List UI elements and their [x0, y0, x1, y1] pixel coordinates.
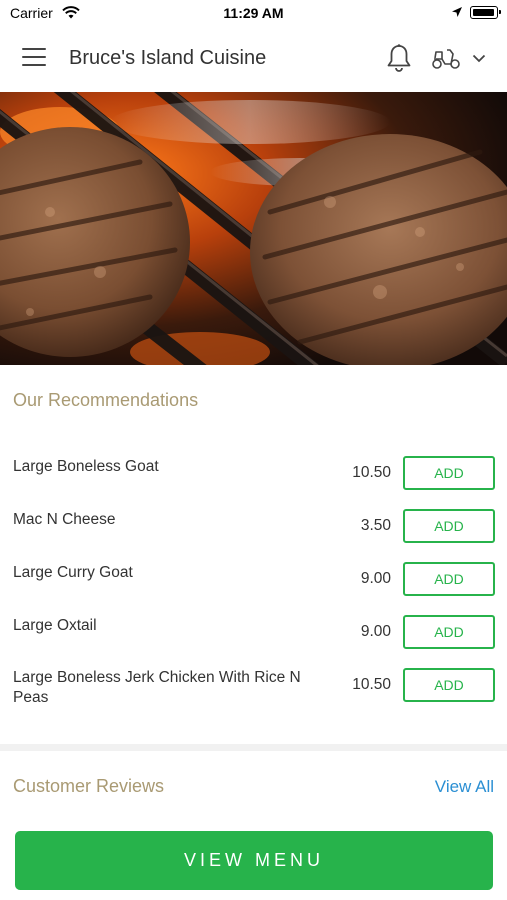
- view-menu-button[interactable]: VIEW MENU: [15, 831, 493, 890]
- item-price: 9.00: [360, 623, 391, 640]
- item-name: Large Boneless Jerk Chicken With Rice N …: [13, 669, 301, 706]
- add-button[interactable]: ADD: [403, 456, 495, 490]
- add-button[interactable]: ADD: [403, 562, 495, 596]
- reviews-heading: Customer Reviews: [13, 776, 165, 796]
- item-price: 9.00: [360, 570, 391, 587]
- app-header: Bruce's Island Cuisine: [0, 26, 507, 92]
- section-divider: [0, 744, 507, 751]
- view-all-link[interactable]: View All: [435, 777, 494, 797]
- recommendations-heading: Our Recommendations: [13, 390, 199, 410]
- chevron-down-icon[interactable]: [472, 54, 486, 63]
- item-name: Large Boneless Goat: [13, 458, 159, 475]
- add-button[interactable]: ADD: [403, 615, 495, 649]
- item-price: 10.50: [352, 676, 391, 693]
- hamburger-menu-icon[interactable]: [22, 48, 48, 70]
- item-name: Mac N Cheese: [13, 511, 116, 528]
- status-bar: Carrier 11:29 AM: [0, 0, 507, 26]
- restaurant-title: Bruce's Island Cuisine: [69, 47, 267, 69]
- item-name: Large Oxtail: [13, 617, 97, 634]
- item-price: 10.50: [352, 464, 391, 481]
- hero-image: [0, 92, 507, 365]
- status-time: 11:29 AM: [223, 5, 284, 21]
- delivery-scooter-icon[interactable]: [431, 46, 461, 70]
- add-button[interactable]: ADD: [403, 509, 495, 543]
- battery-icon: [470, 6, 501, 19]
- add-button[interactable]: ADD: [403, 668, 495, 702]
- item-name: Large Curry Goat: [13, 564, 133, 581]
- location-arrow-icon: [452, 7, 462, 17]
- bell-icon[interactable]: [386, 43, 412, 73]
- item-price: 3.50: [360, 517, 391, 534]
